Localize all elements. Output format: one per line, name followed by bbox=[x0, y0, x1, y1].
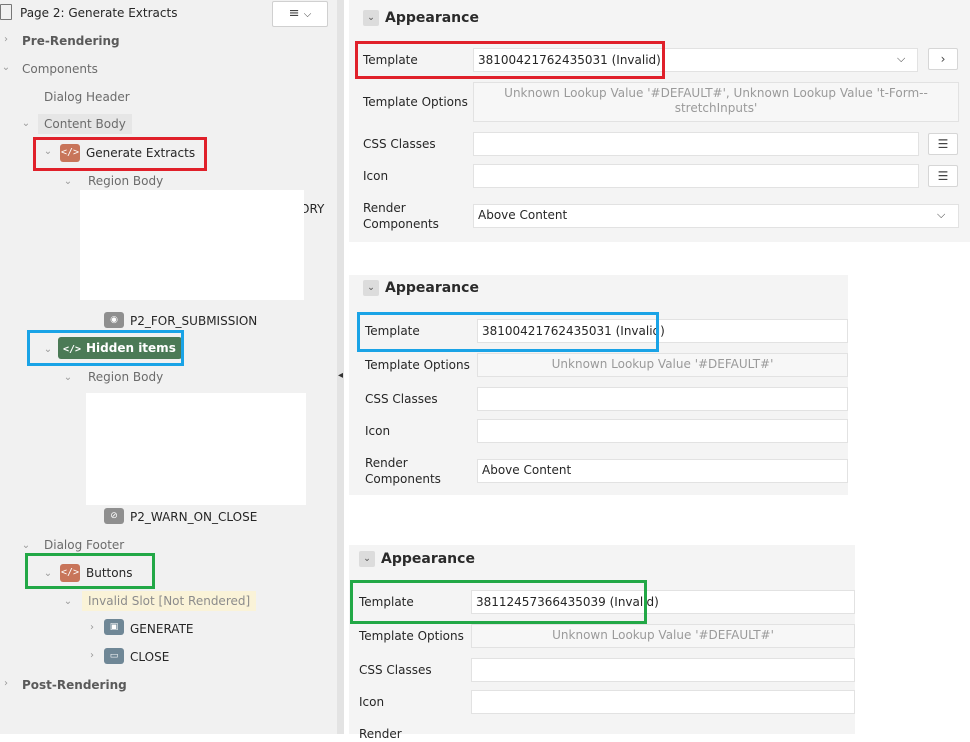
css-classes-label: CSS Classes bbox=[363, 137, 436, 151]
appearance-title: Appearance bbox=[381, 551, 475, 567]
tree-dialog-footer[interactable]: Dialog Footer bbox=[44, 537, 124, 553]
chevron-down-icon[interactable]: ⌄ bbox=[62, 372, 74, 384]
toggle-icon: ◉ bbox=[104, 312, 124, 328]
template-options-field[interactable]: Unknown Lookup Value '#DEFAULT#' bbox=[477, 353, 848, 377]
template-options-label: Template Options bbox=[365, 358, 470, 372]
css-classes-label: CSS Classes bbox=[365, 392, 438, 406]
highlight-generate-extracts bbox=[33, 137, 207, 171]
hamburger-icon: ≡ bbox=[288, 6, 300, 21]
css-classes-input[interactable] bbox=[473, 132, 919, 156]
hidden-eye-icon: ⊘ bbox=[104, 508, 124, 524]
rendering-tree: Page 2: Generate Extracts ≡ ⌵ › Pre-Rend… bbox=[0, 0, 344, 734]
appearance-panel-3: ⌄ Appearance Template 38112457366435039 (… bbox=[349, 545, 855, 741]
tree-p2-warn-on-close[interactable]: P2_WARN_ON_CLOSE bbox=[130, 509, 257, 525]
icon-label: Icon bbox=[365, 424, 391, 438]
chevron-right-icon: › bbox=[940, 52, 946, 66]
list-icon: ☰ bbox=[937, 169, 949, 183]
tree-pre-rendering[interactable]: Pre-Rendering bbox=[22, 33, 120, 49]
chevron-down-icon[interactable]: ⌵ bbox=[897, 52, 905, 66]
template-options-value: Unknown Lookup Value '#DEFAULT#' bbox=[552, 628, 774, 642]
page-icon bbox=[0, 4, 12, 20]
tree-close[interactable]: CLOSE bbox=[130, 649, 169, 665]
tree-generate[interactable]: GENERATE bbox=[130, 621, 193, 637]
panel-splitter[interactable] bbox=[337, 0, 344, 734]
collapse-toggle-icon[interactable]: ⌄ bbox=[359, 551, 375, 567]
appearance-panel-2: ⌄ Appearance Template 38100421762435031 (… bbox=[349, 275, 848, 495]
chevron-right-icon[interactable]: › bbox=[0, 678, 12, 690]
css-classes-label: CSS Classes bbox=[359, 663, 432, 677]
chevron-right-icon[interactable]: › bbox=[86, 650, 98, 662]
chevron-down-icon: ⌵ bbox=[303, 9, 312, 20]
chevron-down-icon[interactable]: ⌄ bbox=[20, 118, 32, 130]
chevron-right-icon[interactable]: › bbox=[86, 622, 98, 634]
icon-input[interactable] bbox=[473, 164, 919, 188]
tree-components[interactable]: Components bbox=[22, 61, 98, 77]
icon-label: Icon bbox=[359, 695, 385, 709]
highlight-template-2 bbox=[357, 312, 659, 352]
icon-input[interactable] bbox=[471, 690, 855, 714]
render-components-value: Above Content bbox=[482, 463, 572, 477]
chevron-down-icon[interactable]: ⌄ bbox=[0, 62, 12, 74]
template-options-label: Template Options bbox=[363, 95, 468, 109]
tree-invalid-slot[interactable]: Invalid Slot [Not Rendered] bbox=[82, 591, 257, 611]
collapse-toggle-icon[interactable]: ⌄ bbox=[363, 280, 379, 296]
button-icon: ▭ bbox=[104, 648, 124, 664]
template-options-field[interactable]: Unknown Lookup Value '#DEFAULT#' bbox=[471, 624, 855, 648]
icon-list-button[interactable]: ☰ bbox=[928, 165, 958, 187]
tree-region-body-2[interactable]: Region Body bbox=[88, 369, 163, 385]
redacted-block-1 bbox=[80, 190, 304, 300]
render-components-select[interactable]: Above Content bbox=[473, 204, 959, 228]
highlight-hidden-items bbox=[27, 330, 184, 366]
render-components-label: Render Components bbox=[363, 201, 439, 231]
css-classes-input[interactable] bbox=[471, 658, 855, 682]
render-components-label: Render bbox=[359, 727, 402, 741]
icon-input[interactable] bbox=[477, 419, 848, 443]
list-icon: ☰ bbox=[937, 137, 949, 151]
appearance-panel-1: ⌄ Appearance Template 38100421762435031 (… bbox=[349, 0, 970, 242]
icon-label: Icon bbox=[363, 169, 389, 183]
highlight-buttons bbox=[25, 553, 155, 589]
chevron-down-icon[interactable]: ⌄ bbox=[62, 176, 74, 188]
redacted-block-2 bbox=[86, 393, 306, 505]
tree-p2-for-submission[interactable]: P2_FOR_SUBMISSION bbox=[130, 313, 257, 329]
highlight-template-1 bbox=[355, 41, 665, 79]
appearance-title: Appearance bbox=[385, 280, 479, 296]
tree-toolbar: Page 2: Generate Extracts ≡ ⌵ bbox=[0, 0, 344, 28]
page-title: Page 2: Generate Extracts bbox=[20, 6, 178, 20]
chevron-down-icon[interactable]: ⌵ bbox=[937, 208, 945, 222]
chevron-down-icon[interactable]: ⌄ bbox=[62, 596, 74, 608]
collapse-toggle-icon[interactable]: ⌄ bbox=[363, 10, 379, 26]
collapse-arrow-icon[interactable]: ◂ bbox=[337, 370, 344, 381]
chevron-right-icon[interactable]: › bbox=[0, 34, 12, 46]
chevron-down-icon[interactable]: ⌄ bbox=[20, 540, 32, 552]
render-components-value: Above Content bbox=[478, 208, 568, 222]
appearance-title: Appearance bbox=[385, 10, 479, 26]
template-options-field[interactable]: Unknown Lookup Value '#DEFAULT#', Unknow… bbox=[473, 82, 959, 122]
appearance-header[interactable]: ⌄ Appearance bbox=[359, 546, 475, 572]
render-components-select[interactable]: Above Content bbox=[477, 459, 848, 483]
css-classes-list-button[interactable]: ☰ bbox=[928, 133, 958, 155]
template-options-label: Template Options bbox=[359, 629, 464, 643]
template-options-value: Unknown Lookup Value '#DEFAULT#' bbox=[551, 357, 774, 371]
highlight-template-3 bbox=[350, 580, 647, 624]
tree-post-rendering[interactable]: Post-Rendering bbox=[22, 677, 127, 693]
appearance-header[interactable]: ⌄ Appearance bbox=[363, 275, 479, 301]
go-to-template-button[interactable]: › bbox=[928, 48, 958, 70]
tree-menu-button[interactable]: ≡ ⌵ bbox=[272, 1, 328, 27]
template-options-value: Unknown Lookup Value '#DEFAULT#', Unknow… bbox=[504, 86, 928, 115]
button-icon: ▣ bbox=[104, 619, 124, 635]
css-classes-input[interactable] bbox=[477, 387, 848, 411]
appearance-header[interactable]: ⌄ Appearance bbox=[363, 5, 479, 31]
tree-content-body[interactable]: Content Body bbox=[38, 114, 132, 134]
tree-dialog-header[interactable]: Dialog Header bbox=[44, 89, 130, 105]
render-components-label: Render Components bbox=[365, 456, 441, 486]
tree-region-body-1[interactable]: Region Body bbox=[88, 173, 163, 189]
